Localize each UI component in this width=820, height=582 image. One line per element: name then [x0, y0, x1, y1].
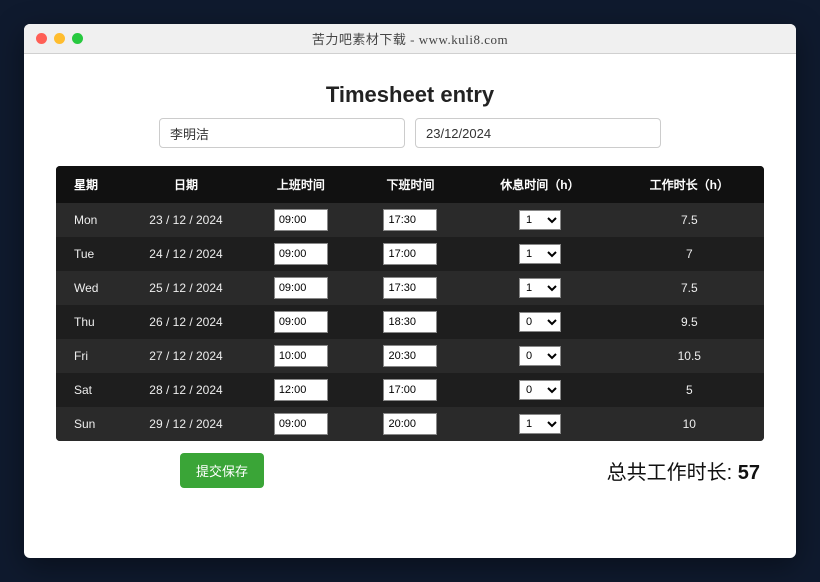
cell-end — [356, 305, 466, 339]
cell-break: 1 — [465, 203, 614, 237]
end-time-input[interactable] — [383, 243, 437, 265]
table-row: Wed25 / 12 / 2024 1 7.5 — [56, 271, 764, 305]
break-select[interactable]: 0 — [519, 346, 561, 366]
end-time-input[interactable] — [383, 311, 437, 333]
end-time-input[interactable] — [383, 209, 437, 231]
cell-end — [356, 373, 466, 407]
cell-break: 0 — [465, 339, 614, 373]
th-day: 星期 — [56, 166, 126, 203]
page-title: Timesheet entry — [56, 82, 764, 108]
app-window: 苦力吧素材下载 - www.kuli8.com Timesheet entry … — [24, 24, 796, 558]
th-worked: 工作时长（h） — [615, 166, 764, 203]
break-select[interactable]: 1 — [519, 244, 561, 264]
cell-break: 1 — [465, 407, 614, 441]
start-time-input[interactable] — [274, 345, 328, 367]
cell-start — [246, 305, 356, 339]
end-time-input[interactable] — [383, 379, 437, 401]
close-icon[interactable] — [36, 33, 47, 44]
total-hours: 总共工作时长: 57 — [607, 456, 760, 485]
cell-worked: 7 — [615, 237, 764, 271]
table-row: Thu26 / 12 / 2024 0 9.5 — [56, 305, 764, 339]
end-time-input[interactable] — [383, 277, 437, 299]
cell-day: Tue — [56, 237, 126, 271]
cell-day: Sun — [56, 407, 126, 441]
cell-start — [246, 203, 356, 237]
cell-date: 24 / 12 / 2024 — [126, 237, 246, 271]
cell-start — [246, 271, 356, 305]
cell-break: 0 — [465, 373, 614, 407]
th-start: 上班时间 — [246, 166, 356, 203]
table-row: Tue24 / 12 / 2024 1 7 — [56, 237, 764, 271]
end-time-input[interactable] — [383, 413, 437, 435]
cell-worked: 10.5 — [615, 339, 764, 373]
cell-start — [246, 407, 356, 441]
submit-button[interactable]: 提交保存 — [180, 453, 264, 488]
start-time-input[interactable] — [274, 277, 328, 299]
cell-day: Thu — [56, 305, 126, 339]
total-value: 57 — [738, 462, 760, 484]
th-end: 下班时间 — [356, 166, 466, 203]
weekstart-input[interactable] — [415, 118, 661, 148]
cell-worked: 5 — [615, 373, 764, 407]
content: Timesheet entry 星期 日期 上班时间 下班时间 休息时间（h） … — [24, 54, 796, 558]
cell-date: 28 / 12 / 2024 — [126, 373, 246, 407]
cell-break: 1 — [465, 237, 614, 271]
th-date: 日期 — [126, 166, 246, 203]
name-input[interactable] — [159, 118, 405, 148]
window-title: 苦力吧素材下载 - www.kuli8.com — [24, 29, 796, 48]
start-time-input[interactable] — [274, 413, 328, 435]
table-row: Mon23 / 12 / 2024 1 7.5 — [56, 203, 764, 237]
start-time-input[interactable] — [274, 379, 328, 401]
table-row: Sun29 / 12 / 2024 1 10 — [56, 407, 764, 441]
minimize-icon[interactable] — [54, 33, 65, 44]
break-select[interactable]: 1 — [519, 278, 561, 298]
cell-end — [356, 407, 466, 441]
cell-end — [356, 237, 466, 271]
cell-break: 1 — [465, 271, 614, 305]
cell-end — [356, 339, 466, 373]
cell-start — [246, 237, 356, 271]
cell-worked: 7.5 — [615, 271, 764, 305]
cell-end — [356, 271, 466, 305]
cell-day: Wed — [56, 271, 126, 305]
table-row: Fri27 / 12 / 2024 0 10.5 — [56, 339, 764, 373]
cell-day: Sat — [56, 373, 126, 407]
cell-date: 23 / 12 / 2024 — [126, 203, 246, 237]
break-select[interactable]: 0 — [519, 380, 561, 400]
break-select[interactable]: 0 — [519, 312, 561, 332]
timesheet-table: 星期 日期 上班时间 下班时间 休息时间（h） 工作时长（h） Mon23 / … — [56, 166, 764, 441]
table-row: Sat28 / 12 / 2024 0 5 — [56, 373, 764, 407]
titlebar: 苦力吧素材下载 - www.kuli8.com — [24, 24, 796, 54]
cell-start — [246, 339, 356, 373]
break-select[interactable]: 1 — [519, 210, 561, 230]
cell-worked: 7.5 — [615, 203, 764, 237]
traffic-lights — [36, 33, 83, 44]
cell-date: 26 / 12 / 2024 — [126, 305, 246, 339]
total-label: 总共工作时长: — [607, 462, 738, 484]
cell-worked: 10 — [615, 407, 764, 441]
table-header-row: 星期 日期 上班时间 下班时间 休息时间（h） 工作时长（h） — [56, 166, 764, 203]
cell-worked: 9.5 — [615, 305, 764, 339]
footer-row: 提交保存 总共工作时长: 57 — [56, 453, 764, 488]
start-time-input[interactable] — [274, 311, 328, 333]
cell-day: Fri — [56, 339, 126, 373]
start-time-input[interactable] — [274, 209, 328, 231]
cell-date: 25 / 12 / 2024 — [126, 271, 246, 305]
cell-date: 29 / 12 / 2024 — [126, 407, 246, 441]
start-time-input[interactable] — [274, 243, 328, 265]
break-select[interactable]: 1 — [519, 414, 561, 434]
header-inputs — [56, 118, 764, 148]
cell-break: 0 — [465, 305, 614, 339]
maximize-icon[interactable] — [72, 33, 83, 44]
end-time-input[interactable] — [383, 345, 437, 367]
cell-date: 27 / 12 / 2024 — [126, 339, 246, 373]
cell-start — [246, 373, 356, 407]
th-break: 休息时间（h） — [465, 166, 614, 203]
cell-end — [356, 203, 466, 237]
cell-day: Mon — [56, 203, 126, 237]
